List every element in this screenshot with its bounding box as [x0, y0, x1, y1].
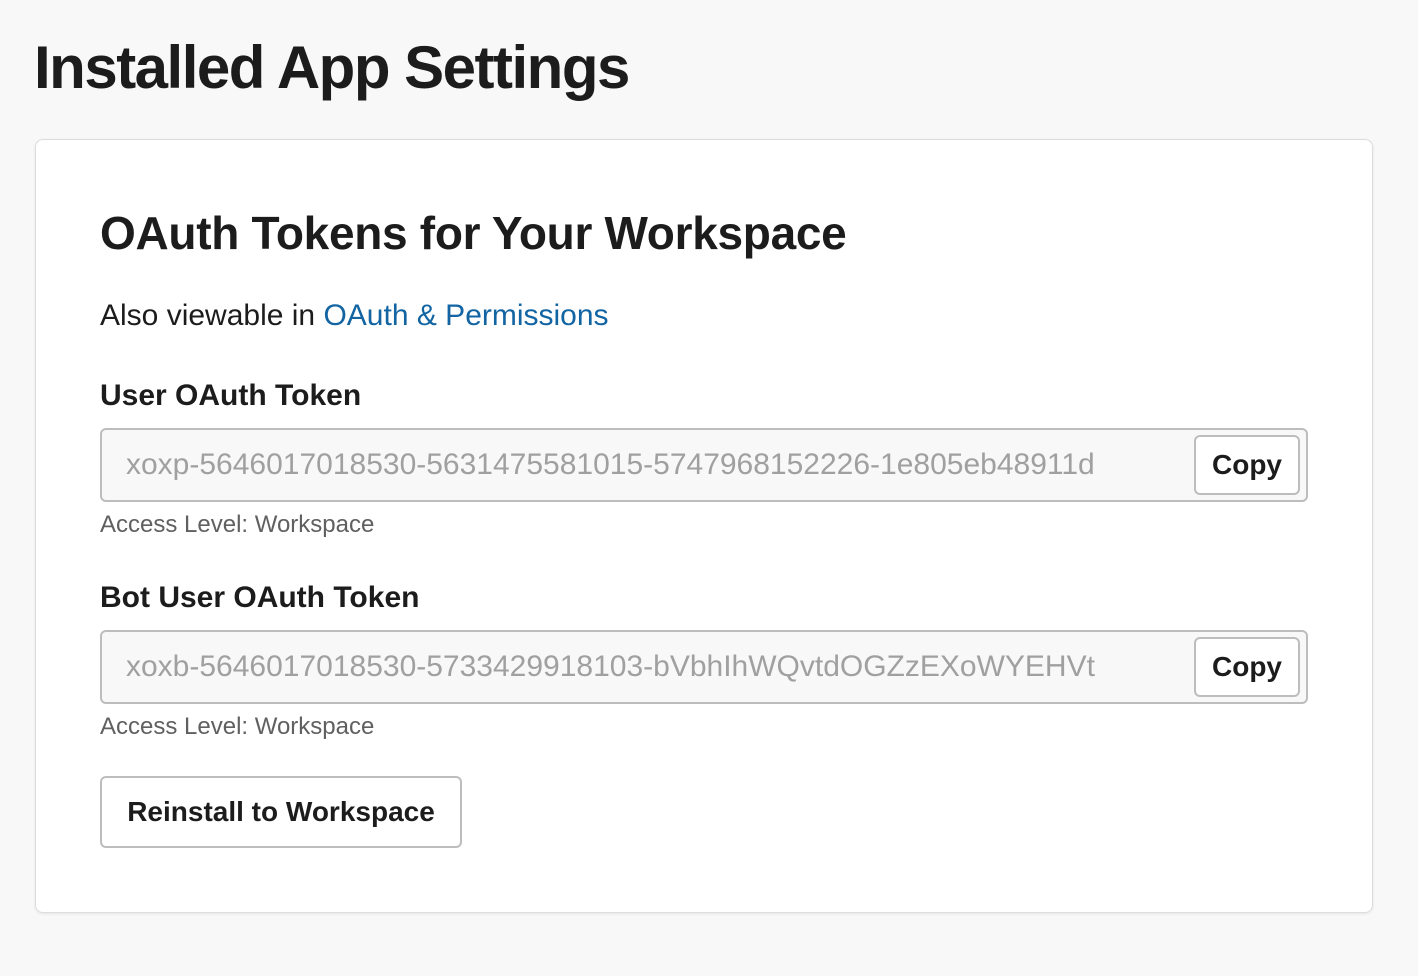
bot-token-label: Bot User OAuth Token: [100, 581, 420, 614]
viewable-in-text: Also viewable in OAuth & Permissions: [100, 297, 609, 335]
copy-user-token-button[interactable]: Copy: [1194, 435, 1300, 495]
viewable-in-prefix: Also viewable in: [100, 299, 324, 332]
oauth-permissions-link[interactable]: OAuth & Permissions: [323, 299, 608, 332]
user-token-label: User OAuth Token: [100, 379, 362, 412]
reinstall-to-workspace-button[interactable]: Reinstall to Workspace: [100, 776, 462, 848]
page-title: Installed App Settings: [34, 34, 630, 101]
user-token-input[interactable]: [102, 430, 1196, 500]
user-token-field: Copy: [100, 428, 1308, 502]
bot-token-access-level: Access Level: Workspace: [100, 713, 375, 740]
copy-bot-token-button[interactable]: Copy: [1194, 637, 1300, 697]
section-title: OAuth Tokens for Your Workspace: [100, 207, 847, 259]
oauth-tokens-card: OAuth Tokens for Your Workspace Also vie…: [35, 139, 1373, 913]
bot-token-field: Copy: [100, 630, 1308, 704]
bot-token-input[interactable]: [102, 632, 1196, 702]
user-token-access-level: Access Level: Workspace: [100, 511, 375, 538]
